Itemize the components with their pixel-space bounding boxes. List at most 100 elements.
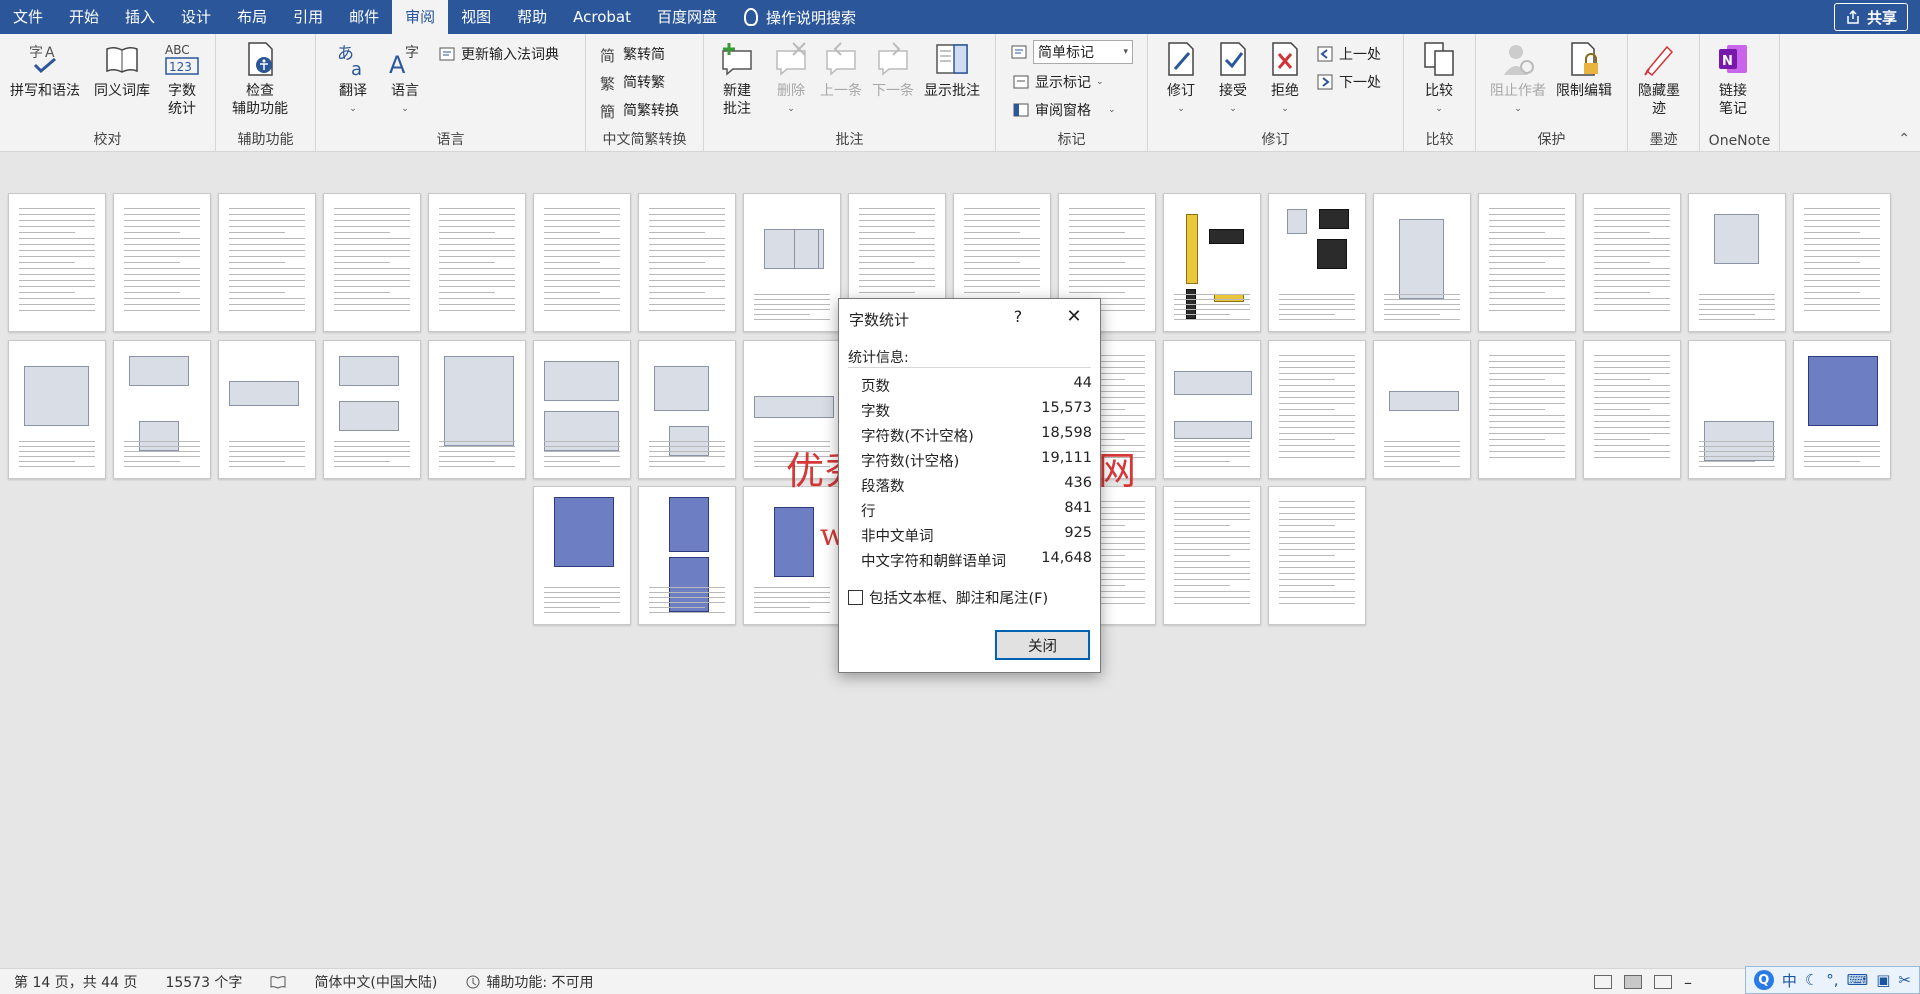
page-thumbnail[interactable]	[113, 340, 211, 479]
page-thumbnail[interactable]	[1373, 340, 1471, 479]
page-thumbnail[interactable]	[743, 193, 841, 332]
track-changes-button[interactable]: 修订 ⌄	[1162, 40, 1200, 118]
page-thumbnail[interactable]	[1583, 193, 1681, 332]
block-authors-button[interactable]: 阻止作者 ⌄	[1490, 40, 1546, 118]
print-layout-icon[interactable]	[1624, 975, 1642, 989]
ime-mode[interactable]: 中	[1782, 970, 1797, 991]
page-thumbnail[interactable]	[1478, 340, 1576, 479]
language-indicator[interactable]: 简体中文(中国大陆)	[300, 972, 451, 992]
markup-select[interactable]: 简单标记 ▾	[1033, 40, 1133, 64]
compare-button[interactable]: 比较 ⌄	[1420, 40, 1458, 118]
page-thumbnail[interactable]	[1478, 193, 1576, 332]
checkbox-box[interactable]	[848, 590, 863, 605]
word-count-button[interactable]: ABC 123 字数 统计	[163, 40, 201, 118]
page-indicator[interactable]: 第 14 页，共 44 页	[0, 972, 151, 992]
accessibility-status[interactable]: 辅助功能: 不可用	[451, 972, 607, 992]
tab-design[interactable]: 设计	[168, 0, 224, 34]
page-thumbnail[interactable]	[743, 340, 841, 479]
delete-comment-button[interactable]: 删除 ⌄	[772, 40, 810, 118]
page-thumbnail[interactable]	[1163, 486, 1261, 625]
next-change-button[interactable]: 下一处	[1316, 72, 1381, 92]
punctuation-icon[interactable]: °,	[1826, 971, 1838, 989]
tab-review[interactable]: 审阅	[392, 0, 449, 34]
page-thumbnail[interactable]	[8, 340, 106, 479]
tab-view[interactable]: 视图	[448, 0, 504, 34]
tab-insert[interactable]: 插入	[112, 0, 168, 34]
web-layout-icon[interactable]	[1654, 975, 1672, 989]
close-button[interactable]: 关闭	[995, 630, 1090, 660]
page-thumbnail[interactable]	[1688, 193, 1786, 332]
read-mode-icon[interactable]	[1594, 975, 1612, 989]
page-thumbnail[interactable]	[533, 193, 631, 332]
word-count-indicator[interactable]: 15573 个字	[151, 972, 256, 992]
chinese-conversion-button[interactable]: 簡 简繁转换	[600, 100, 679, 121]
close-icon[interactable]: ✕	[1061, 305, 1087, 329]
show-comments-button[interactable]: 显示批注	[924, 40, 980, 100]
tab-layout[interactable]: 布局	[224, 0, 280, 34]
previous-change-button[interactable]: 上一处	[1316, 44, 1381, 64]
restrict-editing-button[interactable]: 限制编辑	[1556, 40, 1612, 100]
new-comment-button[interactable]: 新建 批注	[718, 40, 756, 118]
proofing-status[interactable]	[256, 975, 300, 989]
zoom-out-icon[interactable]: –	[1684, 973, 1692, 992]
page-thumbnail[interactable]	[428, 340, 526, 479]
tab-home[interactable]: 开始	[56, 0, 112, 34]
page-thumbnail[interactable]	[428, 193, 526, 332]
include-textboxes-checkbox[interactable]: 包括文本框、脚注和尾注(F)	[848, 587, 1048, 608]
page-thumbnail[interactable]	[218, 193, 316, 332]
reviewing-pane-button[interactable]: 审阅窗格 ⌄	[1012, 100, 1116, 120]
share-button[interactable]: 共享	[1833, 3, 1908, 31]
markup-combo[interactable]: 简单标记 ▾	[1010, 40, 1133, 64]
collapse-ribbon-icon[interactable]: ⌃	[1898, 131, 1910, 147]
page-thumbnail[interactable]	[1793, 193, 1891, 332]
page-thumbnail[interactable]	[1163, 193, 1261, 332]
tools-icon[interactable]: ✂	[1898, 971, 1911, 989]
page-thumbnail[interactable]	[743, 486, 841, 625]
moon-icon[interactable]: ☾	[1805, 971, 1818, 989]
page-thumbnail[interactable]	[638, 340, 736, 479]
thesaurus-button[interactable]: 同义词库	[94, 40, 150, 100]
page-thumbnail[interactable]	[1373, 193, 1471, 332]
page-thumbnail[interactable]	[1163, 340, 1261, 479]
page-thumbnail[interactable]	[1688, 340, 1786, 479]
page-thumbnail[interactable]	[323, 340, 421, 479]
tab-acrobat[interactable]: Acrobat	[560, 0, 644, 34]
page-thumbnail[interactable]	[8, 193, 106, 332]
check-accessibility-button[interactable]: 检查 辅助功能	[232, 40, 288, 118]
translate-button[interactable]: あa 翻译 ⌄	[334, 40, 372, 118]
reject-button[interactable]: 拒绝 ⌄	[1266, 40, 1304, 118]
page-thumbnail[interactable]	[218, 340, 316, 479]
previous-comment-button[interactable]: 上一条	[820, 40, 862, 100]
sogou-logo-icon[interactable]: Q	[1753, 970, 1774, 990]
tab-file[interactable]: 文件	[0, 0, 56, 34]
tab-help[interactable]: 帮助	[504, 0, 560, 34]
skin-icon[interactable]: ▣	[1876, 971, 1890, 989]
page-thumbnail[interactable]	[533, 486, 631, 625]
accept-button[interactable]: 接受 ⌄	[1214, 40, 1252, 118]
page-thumbnail[interactable]	[638, 486, 736, 625]
traditional-to-simplified-button[interactable]: 简 繁转简	[600, 44, 665, 65]
page-thumbnail[interactable]	[1268, 486, 1366, 625]
page-thumbnail[interactable]	[1583, 340, 1681, 479]
page-thumbnail[interactable]	[1793, 340, 1891, 479]
update-ime-dictionary-button[interactable]: 更新输入法词典	[438, 44, 559, 64]
simplified-to-traditional-button[interactable]: 繁 简转繁	[600, 72, 665, 93]
page-thumbnail[interactable]	[1268, 340, 1366, 479]
page-thumbnail[interactable]	[638, 193, 736, 332]
keyboard-icon[interactable]: ⌨	[1847, 971, 1869, 989]
tab-mailings[interactable]: 邮件	[336, 0, 392, 34]
page-thumbnail[interactable]	[323, 193, 421, 332]
spelling-grammar-button[interactable]: 字A 拼写和语法	[10, 40, 80, 100]
help-icon[interactable]: ?	[1007, 307, 1029, 326]
tab-references[interactable]: 引用	[280, 0, 336, 34]
hide-ink-button[interactable]: 隐藏墨 迹	[1638, 40, 1680, 118]
show-markup-button[interactable]: 显示标记 ⌄	[1012, 72, 1104, 92]
tab-baidu-netdisk[interactable]: 百度网盘	[644, 0, 730, 34]
tell-me-search[interactable]: 操作说明搜索	[730, 7, 856, 28]
next-comment-button[interactable]: 下一条	[872, 40, 914, 100]
page-thumbnail[interactable]	[113, 193, 211, 332]
page-thumbnail[interactable]	[1268, 193, 1366, 332]
linked-notes-button[interactable]: N 链接 笔记	[1714, 40, 1752, 118]
language-button[interactable]: A字 语言 ⌄	[386, 40, 424, 118]
page-thumbnail[interactable]	[533, 340, 631, 479]
